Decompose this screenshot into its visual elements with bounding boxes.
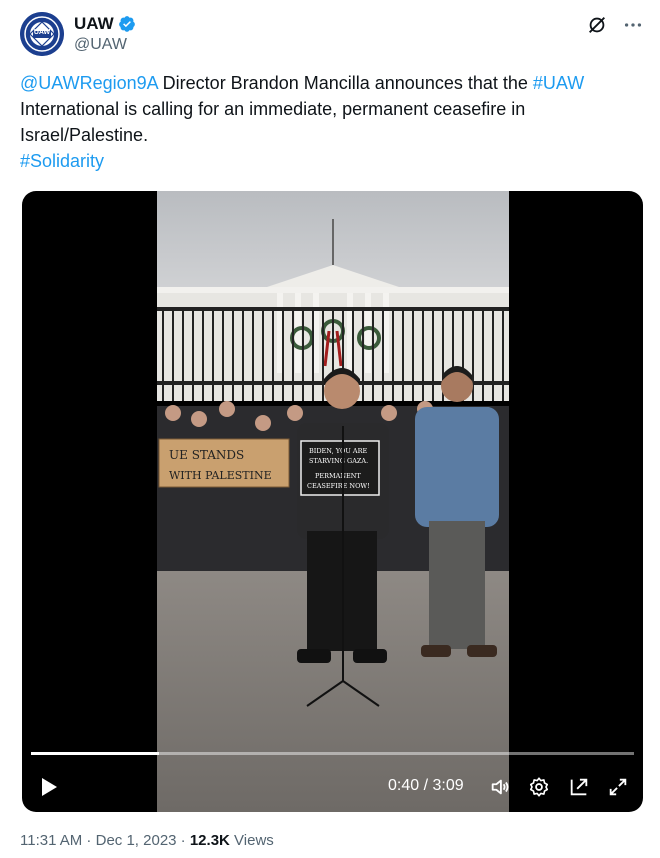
display-name[interactable]: UAW [74,14,114,34]
avatar-logo-text: UAW [33,29,51,36]
mention-link[interactable]: @UAWRegion9A [20,73,158,93]
sign-left-line-1: UE STANDS [169,448,244,462]
tweet-text: @UAWRegion9A Director Brandon Mancilla a… [20,70,640,174]
sign-center-line-4: CEASEFIRE NOW! [307,482,370,490]
volume-icon[interactable] [488,775,512,799]
sign-center-line-1: BIDEN, YOU ARE [309,447,367,455]
video-frame: UE STANDS WITH PALESTINE BIDEN, YOU ARE … [157,191,509,812]
sign-left-line-2: WITH PALESTINE [169,469,272,482]
tweet-meta: 11:31 AM · Dec 1, 2023 · 12.3K Views [20,832,274,849]
play-icon[interactable] [36,775,60,799]
verified-badge-icon [118,16,135,32]
video-progress-fill [31,752,159,755]
video-controls: 0:40 / 3:09 [22,771,643,803]
more-options-icon[interactable] [622,14,644,36]
video-progress-bar[interactable] [31,752,634,755]
tweet-date[interactable]: Dec 1, 2023 [96,832,177,849]
hashtag-solidarity-link[interactable]: #Solidarity [20,151,104,171]
sign-center-line-3: PERMANENT [315,472,361,480]
hashtag-uaw-link[interactable]: #UAW [533,73,584,93]
video-player[interactable]: UE STANDS WITH PALESTINE BIDEN, YOU ARE … [22,191,643,812]
tweet-header: UAW UAW @UAW [20,12,644,62]
handle[interactable]: @UAW [74,36,127,54]
fullscreen-icon[interactable] [606,775,630,799]
sign-center-line-2: STARVING GAZA. [309,457,368,465]
tweet-text-part-1: Director Brandon Mancilla announces that… [157,73,533,93]
views-label: Views [234,832,274,849]
meta-separator: · [82,832,96,849]
picture-in-picture-icon[interactable] [567,775,591,799]
tweet-time[interactable]: 11:31 AM [20,832,82,849]
video-time: 0:40 / 3:09 [388,777,464,794]
avatar[interactable]: UAW [20,12,64,56]
settings-icon[interactable] [527,775,551,799]
views-count: 12.3K [189,832,230,849]
grok-icon[interactable] [586,14,608,36]
tweet-text-part-2: International is calling for an immediat… [20,99,526,145]
meta-separator-2: · [176,832,190,849]
